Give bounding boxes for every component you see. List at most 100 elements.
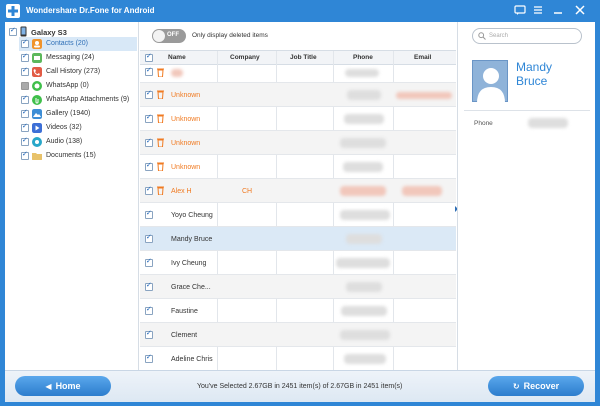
column-header-company[interactable]: Company <box>230 54 260 61</box>
device-name: Galaxy S3 <box>31 28 67 37</box>
footer-bar: ◀ Home You've Selected 2.67GB in 2451 ite… <box>5 370 595 402</box>
recover-button-label: Recover <box>523 381 560 391</box>
recover-button[interactable]: ↻ Recover <box>488 376 584 396</box>
row-checkbox[interactable] <box>145 257 153 267</box>
row-checkbox[interactable] <box>145 137 153 147</box>
minimize-icon[interactable] <box>552 4 564 16</box>
whatsapp-attachments-checkbox[interactable] <box>21 94 29 104</box>
sidebar-item-whatsapp-attachments[interactable]: WhatsApp Attachments (9) <box>19 93 137 107</box>
sidebar-item-gallery[interactable]: Gallery (1940) <box>19 107 137 121</box>
documents-icon <box>32 153 42 160</box>
table-row[interactable] <box>140 65 456 83</box>
menu-icon[interactable] <box>532 4 544 16</box>
contact-name: Grace Che... <box>171 284 211 291</box>
sidebar-item-videos[interactable]: Videos (32) <box>19 121 137 135</box>
sidebar-item-label: Contacts (20) <box>46 40 89 47</box>
call-history-checkbox[interactable] <box>21 66 29 76</box>
whatsapp-attachments-icon <box>32 95 42 105</box>
messaging-icon <box>32 53 42 63</box>
table-row[interactable]: Clement <box>140 323 456 347</box>
sidebar-item-audio[interactable]: Audio (138) <box>19 135 137 149</box>
home-button[interactable]: ◀ Home <box>15 376 111 396</box>
contacts-checkbox[interactable] <box>21 38 29 48</box>
redacted-phone <box>340 330 390 340</box>
documents-checkbox[interactable] <box>21 150 29 160</box>
deleted-trash-icon <box>157 90 164 99</box>
redacted-name <box>171 69 183 77</box>
sidebar-item-documents[interactable]: Documents (15) <box>19 149 137 163</box>
messaging-checkbox[interactable] <box>21 52 29 62</box>
contact-name: Unknown <box>171 140 201 147</box>
search-input[interactable]: Search <box>472 28 582 44</box>
redacted-phone <box>340 138 386 148</box>
redacted-email <box>396 92 452 99</box>
contact-name: Unknown <box>171 92 201 99</box>
select-all-checkbox[interactable] <box>145 52 153 62</box>
row-checkbox[interactable] <box>145 353 153 363</box>
table-row[interactable]: Faustine <box>140 299 456 323</box>
redacted-phone <box>346 282 382 292</box>
contact-detail-name: Mandy Bruce <box>516 60 552 88</box>
table-row[interactable]: Mandy Bruce <box>140 227 456 251</box>
filter-toolbar: OFF Only display deleted items <box>140 22 456 50</box>
device-checkbox[interactable] <box>9 26 17 36</box>
column-header-job-title[interactable]: Job Title <box>290 54 317 61</box>
sidebar-item-contacts[interactable]: Contacts (20) <box>19 37 137 51</box>
row-checkbox[interactable] <box>145 329 153 339</box>
row-checkbox[interactable] <box>145 305 153 315</box>
videos-checkbox[interactable] <box>21 122 29 132</box>
chat-icon[interactable] <box>514 4 526 16</box>
sidebar-item-label: WhatsApp (0) <box>46 82 89 89</box>
row-checkbox[interactable] <box>145 113 153 123</box>
deleted-only-toggle[interactable]: OFF <box>152 29 186 43</box>
table-row[interactable]: Ivy Cheung <box>140 251 456 275</box>
contact-name: Unknown <box>171 116 201 123</box>
row-checkbox[interactable] <box>145 66 153 76</box>
sidebar-item-call-history[interactable]: Call History (273) <box>19 65 137 79</box>
gallery-icon <box>32 109 42 119</box>
redacted-phone-value <box>528 118 568 128</box>
table-row[interactable]: Adeline Chris <box>140 347 456 370</box>
sidebar-item-whatsapp[interactable]: WhatsApp (0) <box>19 79 137 93</box>
audio-icon <box>32 137 42 147</box>
window-frame-bottom <box>0 402 600 406</box>
sidebar-item-messaging[interactable]: Messaging (24) <box>19 51 137 65</box>
row-checkbox[interactable] <box>145 281 153 291</box>
search-icon <box>478 32 486 40</box>
deleted-trash-icon <box>157 186 164 195</box>
sidebar-item-label: WhatsApp Attachments (9) <box>46 96 130 103</box>
column-header-phone[interactable]: Phone <box>353 54 373 61</box>
sidebar-item-label: Gallery (1940) <box>46 110 91 117</box>
user-silhouette-icon <box>477 68 505 103</box>
table-row[interactable]: Unknown <box>140 107 456 131</box>
table-row[interactable]: Unknown <box>140 131 456 155</box>
selection-status: You've Selected 2.67GB in 2451 item(s) o… <box>197 383 403 390</box>
avatar <box>472 60 508 103</box>
sidebar-item-label: Documents (15) <box>46 152 96 159</box>
table-row[interactable]: Unknown <box>140 83 456 107</box>
redacted-phone <box>347 90 381 100</box>
deleted-trash-icon <box>157 162 164 171</box>
close-icon[interactable] <box>574 4 586 16</box>
table-row[interactable]: Grace Che... <box>140 275 456 299</box>
redacted-phone <box>336 258 390 268</box>
deleted-trash-icon <box>157 68 164 77</box>
home-button-label: Home <box>55 381 81 391</box>
column-header-name[interactable]: Name <box>168 54 186 61</box>
row-checkbox[interactable] <box>145 185 153 195</box>
row-checkbox[interactable] <box>145 89 153 99</box>
row-checkbox[interactable] <box>145 209 153 219</box>
row-checkbox[interactable] <box>145 233 153 243</box>
table-row[interactable]: Yoyo Cheung <box>140 203 456 227</box>
table-row[interactable]: Unknown <box>140 155 456 179</box>
row-checkbox[interactable] <box>145 161 153 171</box>
whatsapp-icon <box>32 81 42 91</box>
audio-checkbox[interactable] <box>21 136 29 146</box>
column-header-email[interactable]: Email <box>414 54 431 61</box>
table-row[interactable]: Alex H CH <box>140 179 456 203</box>
sidebar-item-label: Audio (138) <box>46 138 83 145</box>
gallery-checkbox[interactable] <box>21 108 29 118</box>
whatsapp-checkbox[interactable] <box>21 82 29 90</box>
contacts-table: Name Company Job Title Phone Email Unkno… <box>140 50 456 370</box>
contact-name: Adeline Chris <box>171 356 213 363</box>
